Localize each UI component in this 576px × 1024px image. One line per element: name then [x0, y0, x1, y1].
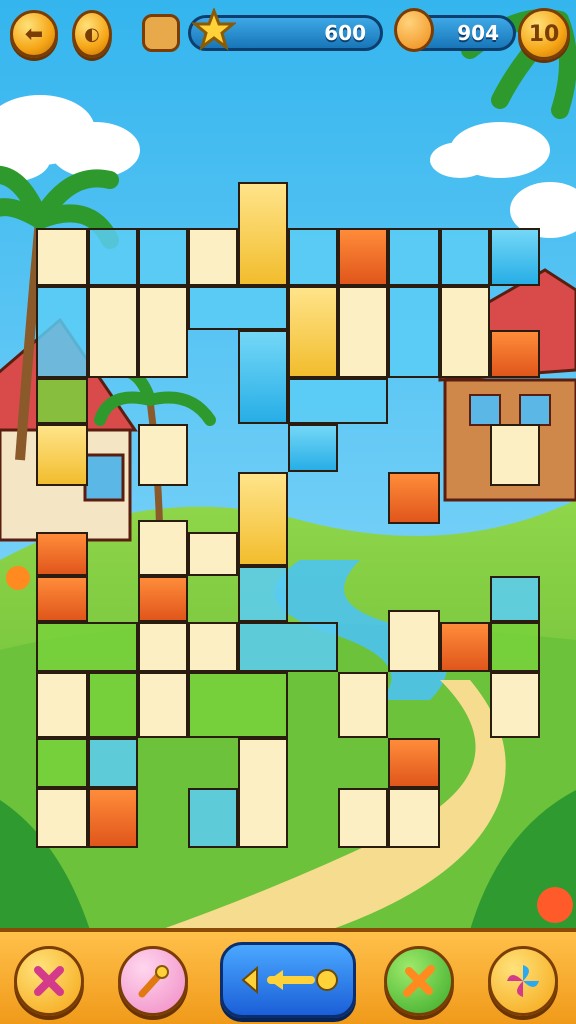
tile-yellow-block[interactable]	[288, 286, 338, 378]
tile-blue-splash[interactable]	[288, 424, 338, 472]
tile-empty	[36, 622, 138, 672]
tile-empty	[138, 228, 188, 286]
tile-fox-cream[interactable]	[138, 286, 188, 378]
tile-empty	[490, 622, 540, 672]
tile-cat-ginger[interactable]	[88, 286, 138, 378]
tile-empty	[238, 566, 288, 622]
tile-empty	[36, 286, 88, 378]
tile-shell-purple[interactable]	[88, 738, 138, 788]
tile-cat-ginger[interactable]	[138, 576, 188, 622]
tile-cat-orange[interactable]	[138, 672, 188, 738]
tile-yellow-flame[interactable]	[238, 472, 288, 566]
tile-cat-orange[interactable]	[388, 738, 440, 788]
acorn-icon	[394, 8, 434, 52]
back-arrow-icon: ⬅	[24, 21, 44, 47]
level-badge[interactable]: 10	[518, 8, 570, 60]
tile-shell-blue[interactable]	[490, 672, 540, 738]
pinwheel-icon	[507, 965, 539, 997]
tile-cat-white[interactable]	[138, 520, 188, 576]
tile-shell-pink[interactable]	[36, 788, 88, 848]
tile-orange-block[interactable]	[88, 788, 138, 848]
shuffle-button[interactable]	[384, 946, 454, 1016]
tile-empty	[238, 622, 338, 672]
tile-yellow-block[interactable]	[238, 182, 288, 286]
tile-empty	[188, 286, 288, 330]
wand-button[interactable]	[118, 946, 188, 1016]
tile-empty	[288, 378, 388, 424]
swap-icon	[403, 965, 435, 997]
pinwheel-button[interactable]	[488, 946, 558, 1016]
tile-fox-orange[interactable]	[338, 788, 388, 848]
hamster-avatar-icon	[142, 14, 180, 52]
star-score-value: 600	[324, 21, 366, 45]
tile-cat-white[interactable]	[188, 532, 238, 576]
level-number: 10	[528, 21, 560, 47]
tile-empty	[88, 228, 138, 286]
tile-blue-block[interactable]	[490, 228, 540, 286]
tile-fox-orange[interactable]	[36, 576, 88, 622]
undo-hint-button[interactable]	[220, 942, 356, 1018]
tile-cat-orange[interactable]	[36, 228, 88, 286]
bottom-toolbar	[0, 928, 576, 1024]
tile-crab[interactable]	[188, 622, 238, 672]
tile-orange-block[interactable]	[388, 472, 440, 524]
tile-empty	[36, 738, 88, 788]
tile-empty	[440, 228, 490, 286]
magic-wand-icon	[138, 965, 169, 998]
tile-cream-block[interactable]	[238, 738, 288, 848]
game-background	[0, 0, 576, 1024]
tile-empty	[188, 672, 288, 738]
coin-icon: ◐	[84, 23, 100, 45]
tile-cat-white[interactable]	[388, 610, 440, 672]
x-icon	[34, 966, 64, 996]
tile-cat-fluffy[interactable]	[138, 424, 188, 486]
tile-orange-block[interactable]	[338, 228, 388, 286]
tile-melon[interactable]	[36, 378, 88, 424]
tile-empty	[288, 228, 338, 286]
tile-cat-orange[interactable]	[490, 330, 540, 378]
cancel-button[interactable]	[14, 946, 84, 1016]
tile-cream-block[interactable]	[388, 788, 440, 848]
coins-shop-button[interactable]: ◐	[72, 10, 112, 58]
tile-empty	[388, 286, 440, 378]
back-button[interactable]: ⬅	[10, 10, 58, 58]
tile-cream-block[interactable]	[138, 622, 188, 672]
tile-orange-block[interactable]	[440, 622, 490, 672]
tile-fox-orange[interactable]	[338, 672, 388, 738]
tile-blue-cat[interactable]	[238, 330, 288, 424]
tile-shell-teal[interactable]	[36, 672, 88, 738]
tile-orange-fruit[interactable]	[36, 532, 88, 576]
arrow-left-icon	[241, 965, 338, 995]
tile-cat-white[interactable]	[188, 788, 238, 848]
tile-cat-cream[interactable]	[338, 286, 388, 378]
tile-shell-purple[interactable]	[490, 576, 540, 622]
tile-shell-teal[interactable]	[388, 228, 440, 286]
top-hud: ⬅ ◐ 600 904 10	[0, 0, 576, 70]
coin-count-value: 904	[457, 21, 499, 45]
tile-empty	[88, 672, 138, 738]
tile-hamster[interactable]	[440, 286, 490, 378]
star-icon	[192, 8, 236, 51]
tile-rainbow-ball[interactable]	[36, 424, 88, 486]
tile-cat-ginger[interactable]	[188, 228, 238, 286]
tile-bunny[interactable]	[490, 424, 540, 486]
